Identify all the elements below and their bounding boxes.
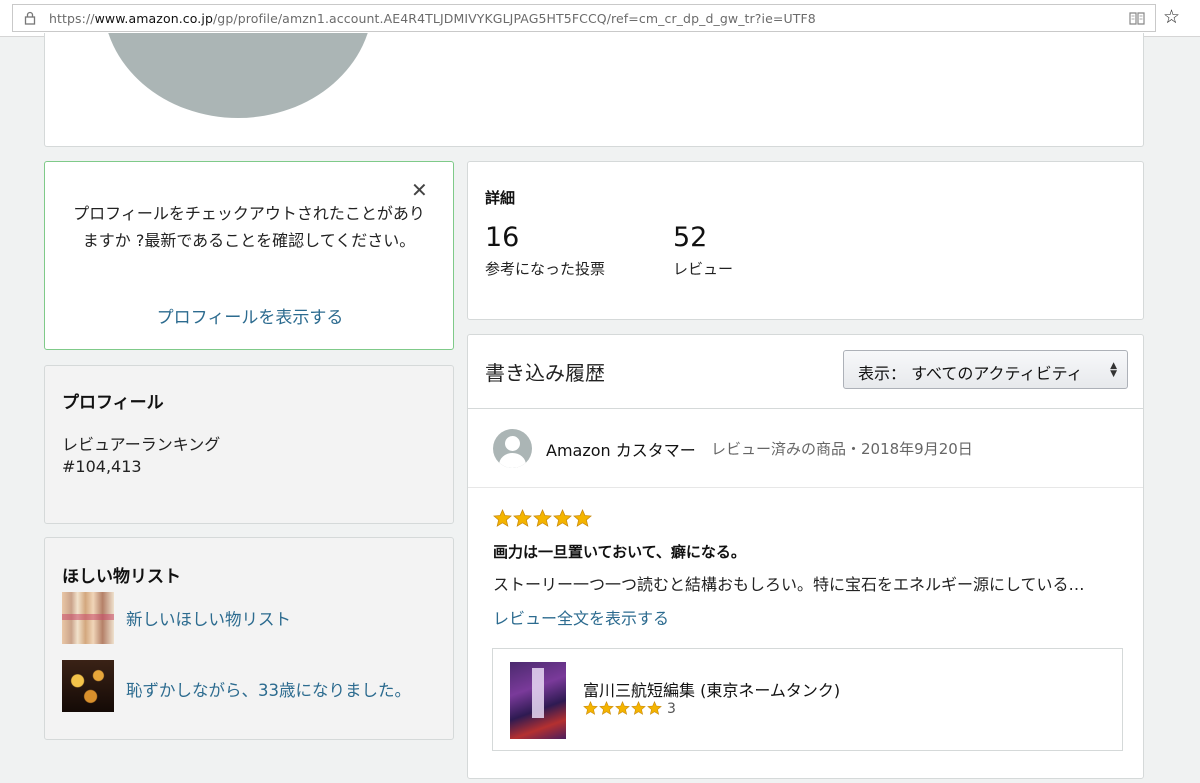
review-meta: レビュー済みの商品・2018年9月20日 [711, 440, 973, 458]
profile-avatar [103, 33, 373, 118]
activity-history-card: 書き込み履歴 表示： すべてのアクティビティ ▲ ▼ Amazon カスタマー レ… [467, 334, 1144, 779]
view-profile-link[interactable]: プロフィールを表示する [45, 303, 455, 328]
reading-view-icon[interactable] [1129, 11, 1145, 25]
star-icon [647, 701, 662, 715]
url-text[interactable]: https://www.amazon.co.jp/gp/profile/amzn… [49, 11, 816, 26]
activity-filter-dropdown[interactable]: 表示： すべてのアクティビティ ▲ ▼ [843, 350, 1128, 389]
reviewer-avatar[interactable] [493, 429, 532, 468]
wishlist-thumbnail[interactable] [62, 660, 114, 712]
filter-label: 表示： [858, 364, 907, 383]
url-prefix: https:// [49, 11, 95, 26]
avatar-body-shape [499, 453, 526, 468]
profile-card: プロフィール レビュアーランキング #104,413 [44, 365, 454, 524]
wishlist-link[interactable]: 新しいほしい物リスト [126, 606, 291, 630]
avatar-head-shape [505, 436, 520, 451]
wishlist-thumbnail[interactable] [62, 592, 114, 644]
wishlist-link[interactable]: 恥ずかしながら、33歳になりました。 [126, 677, 411, 701]
wishlist-title: ほしい物リスト [62, 567, 181, 587]
dropdown-arrows-icon: ▲ ▼ [1110, 361, 1117, 379]
notice-message: プロフィールをチェックアウトされたことがありますか ?最新であることを確認してく… [73, 204, 425, 250]
review-body: ストーリー一つ一つ読むと結構おもしろい。特に宝石をエネルギー源にしている… [493, 575, 1085, 594]
helpful-votes-count: 16 [485, 222, 520, 253]
reviewer-ranking-label: レビュアーランキング [62, 435, 221, 454]
review-header: Amazon カスタマー レビュー済みの商品・2018年9月20日 [468, 410, 1143, 488]
star-icon [599, 701, 614, 715]
url-path: /gp/profile/amzn1.account.AE4R4TLJDMIVYK… [213, 11, 816, 26]
filter-value: すべてのアクティビティ [911, 364, 1083, 383]
star-icon [631, 701, 646, 715]
star-icon [615, 701, 630, 715]
star-icon [583, 701, 598, 715]
star-icon [533, 509, 552, 527]
close-icon[interactable]: ✕ [411, 180, 428, 200]
star-icon [513, 509, 532, 527]
details-card: 詳細 16 参考になった投票 52 レビュー [467, 161, 1144, 320]
lock-icon [24, 11, 36, 25]
helpful-votes-label: 参考になった投票 [485, 260, 606, 278]
reviews-count: 52 [673, 222, 708, 253]
favorite-star-icon[interactable]: ☆ [1163, 5, 1180, 29]
profile-check-notice: ✕ プロフィールをチェックアウトされたことがありますか ?最新であることを確認し… [44, 161, 454, 350]
product-name[interactable]: 富川三航短編集 (東京ネームタンク) [583, 677, 840, 701]
star-icon [553, 509, 572, 527]
browser-address-bar: https://www.amazon.co.jp/gp/profile/amzn… [0, 0, 1200, 37]
reviewed-product-card[interactable]: 富川三航短編集 (東京ネームタンク) 3 [492, 648, 1123, 751]
product-cover-image[interactable] [510, 662, 566, 739]
star-icon [493, 509, 512, 527]
history-title: 書き込み履歴 [485, 361, 605, 385]
history-header: 書き込み履歴 表示： すべてのアクティビティ ▲ ▼ [468, 335, 1143, 409]
reviews-label: レビュー [673, 260, 734, 278]
details-title: 詳細 [485, 189, 516, 207]
url-field[interactable]: https://www.amazon.co.jp/gp/profile/amzn… [12, 4, 1156, 32]
profile-page: ✕ プロフィールをチェックアウトされたことがありますか ?最新であることを確認し… [0, 33, 1200, 783]
star-icon [573, 509, 592, 527]
wishlist-card: ほしい物リスト 新しいほしい物リスト 恥ずかしながら、33歳になりました。 [44, 537, 454, 740]
read-full-review-link[interactable]: レビュー全文を表示する [493, 605, 669, 629]
review-rating-stars [493, 509, 592, 527]
product-rating-stars [583, 701, 662, 715]
product-rating-count: 3 [667, 701, 676, 717]
reviewer-ranking-value: #104,413 [62, 457, 142, 476]
filter-text: 表示： すべてのアクティビティ [858, 360, 1083, 384]
profile-header-card [44, 33, 1144, 147]
reviewer-name[interactable]: Amazon カスタマー [546, 437, 696, 461]
url-host: www.amazon.co.jp [94, 11, 213, 26]
profile-title: プロフィール [62, 393, 164, 413]
review-title[interactable]: 画力は一旦置いておいて、癖になる。 [493, 541, 746, 562]
